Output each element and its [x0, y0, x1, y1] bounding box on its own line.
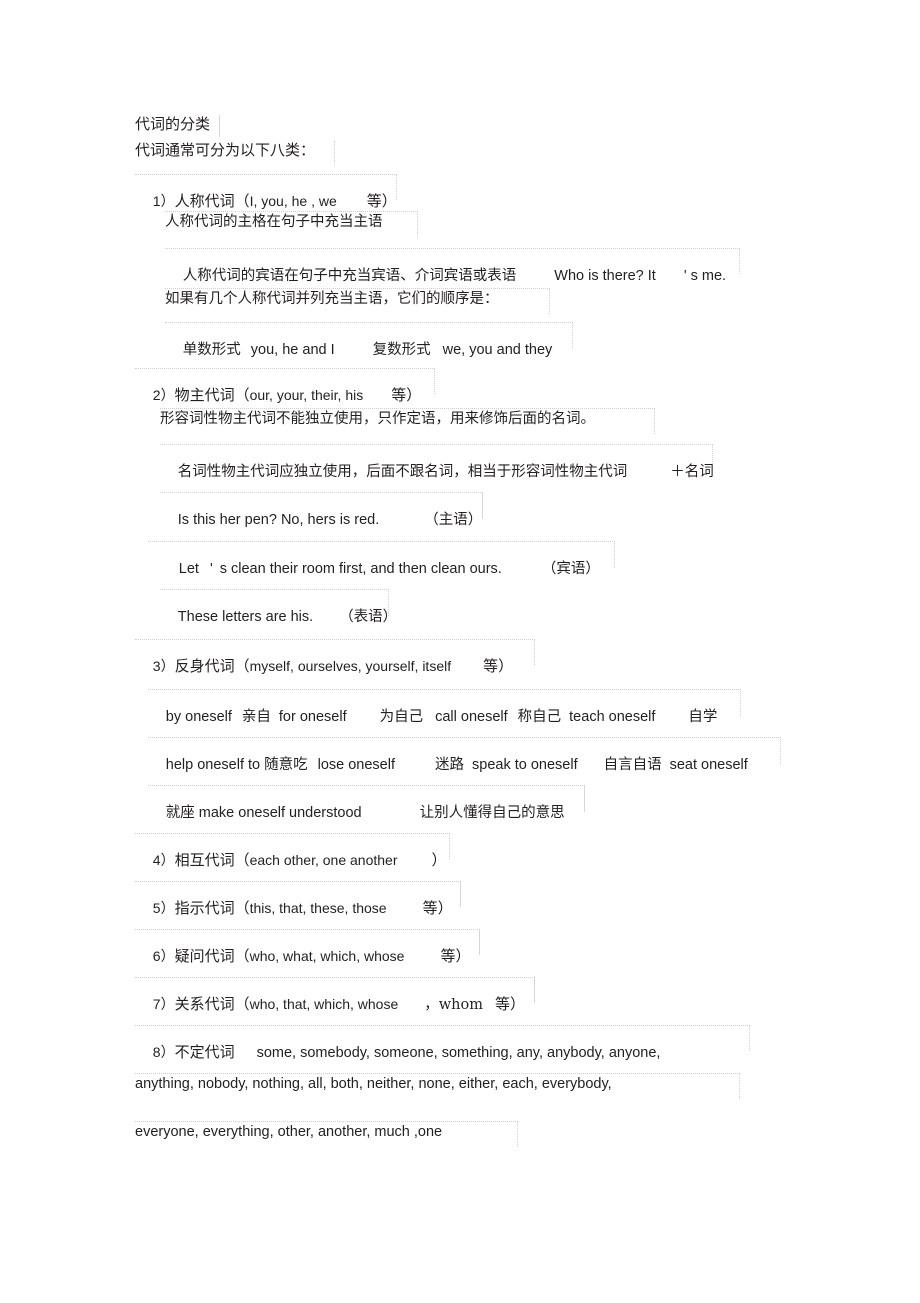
section-title-suffix: 等） [422, 899, 453, 917]
section-examples: this, that, these, those [249, 900, 387, 916]
phrase-cn: 自学 [688, 709, 718, 725]
singular-label: 单数形式 [182, 342, 241, 358]
section-examples: who, that, which, whose [249, 996, 399, 1012]
section-title-cn: 疑问代词（ [174, 947, 250, 965]
section-examples: I, you, he , we [249, 193, 337, 209]
example-role: （表语） [339, 609, 398, 625]
section-title-cn: 指示代词（ [174, 899, 250, 917]
section-number: 7） [152, 996, 175, 1012]
section-heading-reciprocal-pronouns: 4）相互代词（each other, one another ） [135, 833, 450, 868]
indefinite-list-line-3: everyone, everything, other, another, mu… [135, 1121, 518, 1147]
section-title-suffix: 等） [440, 947, 471, 965]
phrase-cn: 亲自 [241, 709, 271, 725]
phrase-cn: 自言自语 [603, 757, 662, 773]
phrase-en: make oneself understood [198, 805, 362, 821]
rule-possessive-adjectival: 形容词性物主代词不能独立使用，只作定语，用来修饰后面的名词。 [160, 408, 655, 434]
phrase-en: speak to oneself [472, 757, 578, 773]
phrase-en: call oneself [435, 709, 508, 725]
section-number: 1） [152, 193, 175, 209]
section-heading-demonstrative-pronouns: 5）指示代词（this, that, these, those 等） [135, 881, 461, 916]
plural-label: 复数形式 [372, 342, 431, 358]
section-examples: each other, one another [249, 852, 398, 868]
rule-personal-object-example-tail: ' s me. [683, 268, 727, 284]
rule-personal-subject: 人称代词的主格在句子中充当主语 [165, 211, 418, 237]
rule-possessive-nominal-text: 名词性物主代词应独立使用，后面不跟名词，相当于形容词性物主代词 [177, 464, 628, 480]
phrase-cn: 为自己 [379, 709, 424, 725]
phrase-en: seat oneself [669, 757, 748, 773]
section-title-suffix: ） [431, 851, 447, 869]
plural-value: we, you and they [442, 342, 553, 358]
section-examples: our, your, their, his [249, 387, 364, 403]
section-number: 3） [152, 658, 175, 674]
page-title: 代词的分类 [135, 115, 220, 137]
section-heading-relative-pronouns: 7）关系代词（who, that, which, whose ，whom 等） [135, 977, 535, 1012]
section-title-cn: 物主代词（ [174, 386, 250, 404]
section-title-suffix: 等） [483, 657, 514, 675]
section-title-suffix2: 等） [494, 995, 525, 1013]
reflexive-phrase-row-2: help oneself to 随意吃 lose oneself 迷路 speak to… [148, 737, 781, 772]
section-number: 5） [152, 900, 175, 916]
singular-value: you, he and I [250, 342, 335, 358]
indefinite-list-line-1: some, somebody, someone, something, any,… [256, 1045, 661, 1061]
phrase-cn: 让别人懂得自己的意思 [419, 805, 565, 821]
document-page: 代词的分类 代词通常可分为以下八类： 1）人称代词（I, you, he , w… [0, 0, 920, 1303]
rule-personal-order: 如果有几个人称代词并列充当主语，它们的顺序是： [165, 288, 550, 314]
section-title-cn: 人称代词（ [174, 192, 250, 210]
section-title-cn: 反身代词（ [174, 657, 250, 675]
section-heading-interrogative-pronouns: 6）疑问代词（who, what, which, whose 等） [135, 929, 480, 964]
reflexive-phrase-row-1: by oneself 亲自 for oneself 为自己 call oneself 称自… [148, 689, 741, 724]
example-role: （主语） [424, 512, 483, 528]
example-role: （宾语） [541, 561, 600, 577]
section-title-cn: 不定代词 [174, 1043, 235, 1061]
phrase-en: by oneself [165, 709, 232, 725]
phrase-en: lose oneself [317, 757, 395, 773]
section-examples: myself, ourselves, yourself, itself [249, 658, 452, 674]
indefinite-list-line-2: anything, nobody, nothing, all, both, ne… [135, 1073, 740, 1099]
phrase-cn: 迷路 [435, 757, 464, 773]
section-examples: who, what, which, whose [249, 948, 405, 964]
section-title-cn: 关系代词（ [174, 995, 250, 1013]
rule-personal-object-example: Who is there? It [554, 268, 656, 284]
rule-possessive-nominal-tail: ＋名词 [670, 464, 714, 480]
example-sentence-tail: s clean their room first, and then clean… [219, 561, 502, 577]
phrase-en: teach oneself [569, 709, 656, 725]
rule-personal-object-text: 人称代词的宾语在句子中充当宾语、介词宾语或表语 [182, 268, 517, 284]
example-apostrophe: ' [209, 561, 213, 577]
phrase-cn: 随意吃 [264, 757, 308, 773]
section-number: 6） [152, 948, 175, 964]
section-title-suffix: 等） [366, 192, 397, 210]
example-sentence: Is this her pen? No, hers is red. [177, 512, 380, 528]
reflexive-phrase-row-3: 就座 make oneself understood 让别人懂得自己的意思 [148, 785, 585, 820]
example-sentence: These letters are his. [177, 609, 314, 625]
rule-possessive-nominal: 名词性物主代词应独立使用，后面不跟名词，相当于形容词性物主代词 ＋名词 [160, 444, 714, 479]
rule-personal-object: 人称代词的宾语在句子中充当宾语、介词宾语或表语 Who is there? It '… [165, 248, 740, 283]
section-title-suffix: ，whom [424, 997, 483, 1013]
phrase-cn: 就座 [165, 805, 195, 821]
section-heading-possessive-pronouns: 2）物主代词（our, your, their, his 等） [135, 368, 435, 403]
section-heading-reflexive-pronouns: 3）反身代词（myself, ourselves, yourself, itse… [135, 639, 535, 674]
section-heading-indefinite-pronouns: 8）不定代词 some, somebody, someone, something… [135, 1025, 750, 1060]
section-number: 8） [152, 1044, 175, 1060]
section-number: 4） [152, 852, 175, 868]
section-title-cn: 相互代词（ [174, 851, 250, 869]
example-possessive-object: Let ' s clean their room first, and then c… [148, 541, 615, 576]
rule-personal-order-forms: 单数形式 you, he and I 复数形式 we, you and they [165, 322, 573, 357]
phrase-en: help oneself to [165, 757, 261, 773]
section-title-suffix: 等） [391, 386, 422, 404]
example-sentence-head: Let [178, 561, 199, 577]
intro-line: 代词通常可分为以下八类： [135, 141, 335, 165]
example-possessive-predicative: These letters are his. （表语） [160, 589, 397, 624]
example-possessive-subject: Is this her pen? No, hers is red. （主语） [160, 492, 483, 527]
phrase-en: for oneself [278, 709, 347, 725]
section-heading-personal-pronouns: 1）人称代词（I, you, he , we 等） [135, 174, 397, 209]
phrase-cn: 称自己 [517, 709, 562, 725]
section-number: 2） [152, 387, 175, 403]
